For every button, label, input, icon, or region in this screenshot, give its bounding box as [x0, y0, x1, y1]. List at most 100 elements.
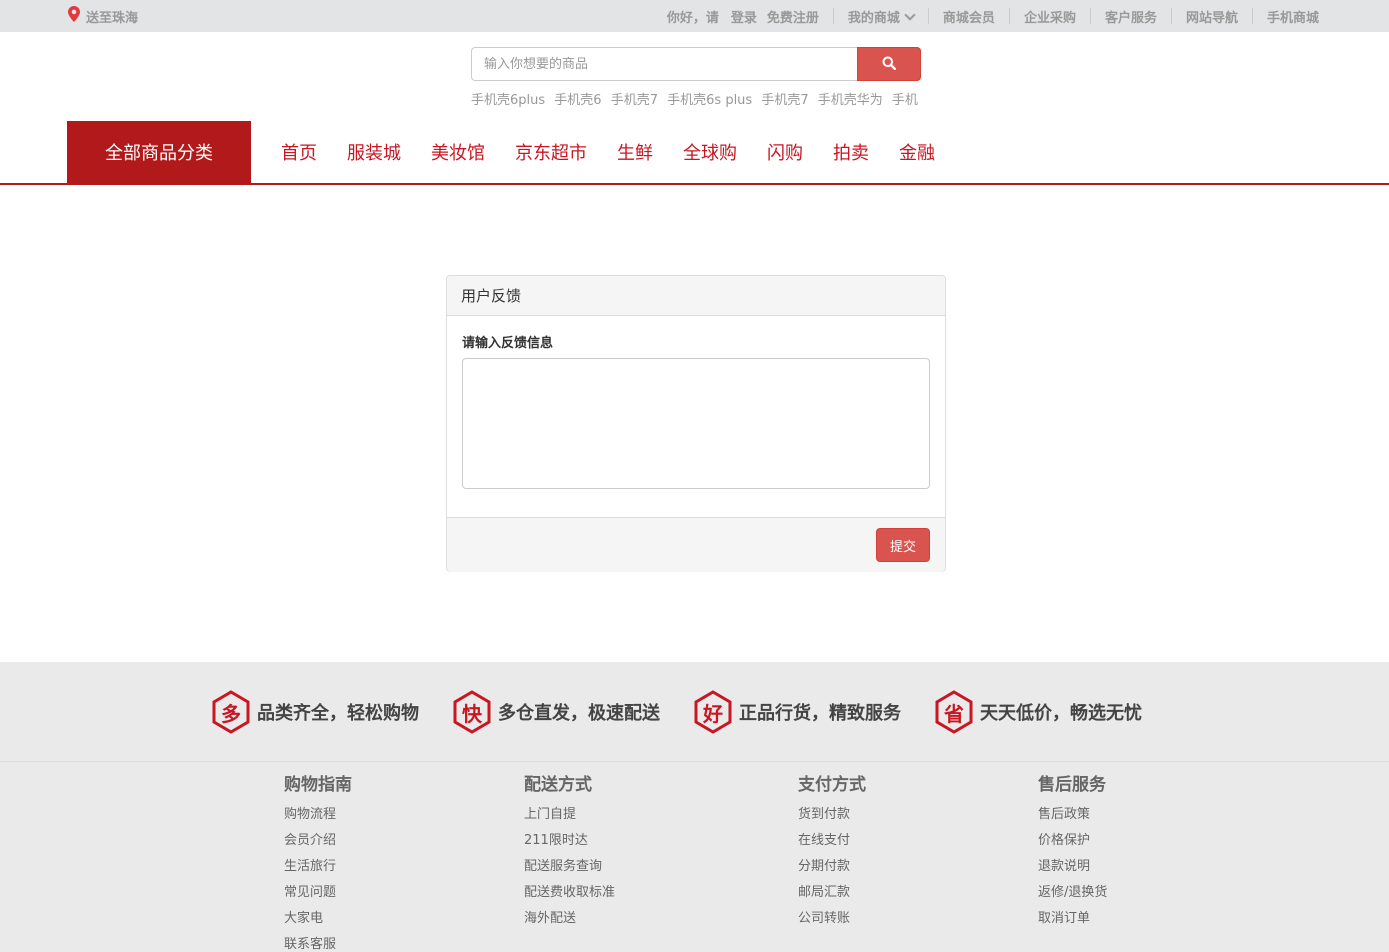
- promise-item: 好 正品行货，精致服务: [693, 690, 901, 734]
- promise-badge-text: 省: [944, 701, 964, 726]
- divider: [1008, 8, 1010, 24]
- greeting-text: 你好，请: [666, 10, 719, 26]
- hexagon-badge-icon: 多: [211, 690, 251, 734]
- promise-item: 多 品类齐全，轻松购物: [211, 690, 419, 734]
- promise-badge-text: 多: [221, 701, 241, 726]
- hotword-link[interactable]: 手机壳6: [554, 93, 601, 108]
- footer-column-guide: 购物指南 购物流程 会员介绍 生活旅行 常见问题 大家电 联系客服: [284, 774, 352, 952]
- footer-column-payment: 支付方式 货到付款 在线支付 分期付款 邮局汇款 公司转账: [798, 774, 866, 932]
- promise-text: 天天低价，畅选无忧: [980, 703, 1142, 724]
- divider: [1089, 8, 1091, 24]
- hotword-link[interactable]: 手机壳7: [611, 93, 658, 108]
- column-title: 配送方式: [524, 775, 592, 795]
- search-icon: [882, 55, 897, 74]
- all-categories-button[interactable]: 全部商品分类: [67, 121, 251, 183]
- nav-item-beauty[interactable]: 美妆馆: [431, 139, 485, 165]
- nav-item-clothing[interactable]: 服装城: [347, 139, 401, 165]
- chevron-down-icon: [904, 8, 916, 21]
- delivery-location[interactable]: 送至珠海: [68, 0, 138, 32]
- nav-item-home[interactable]: 首页: [281, 139, 317, 165]
- top-nav: 你好，请 登录 免费注册 我的商城 商城会员 企业采购 客户服务 网站导航 手机…: [667, 0, 1319, 32]
- hotword-link[interactable]: 手机壳6s plus: [667, 93, 752, 108]
- panel-footer: 提交: [447, 517, 945, 572]
- footer-link[interactable]: 货到付款: [798, 802, 866, 828]
- footer-link[interactable]: 价格保护: [1038, 828, 1107, 854]
- hotword-link[interactable]: 手机壳7: [761, 93, 808, 108]
- hotword-link[interactable]: 手机壳6plus: [471, 93, 545, 108]
- my-mall-dropdown[interactable]: 我的商城: [847, 7, 916, 26]
- nav-item-fresh[interactable]: 生鲜: [617, 139, 653, 165]
- nav-links: 首页 服装城 美妆馆 京东超市 生鲜 全球购 闪购 拍卖 金融: [281, 121, 935, 183]
- service-promises: 多 品类齐全，轻松购物 快 多仓直发，极速配送 好 正品行货，精致服务 省 天天…: [0, 662, 1389, 762]
- search-button[interactable]: [857, 47, 921, 81]
- feedback-textarea[interactable]: [462, 358, 930, 489]
- promise-item: 快 多仓直发，极速配送: [452, 690, 660, 734]
- search-area: 手机壳6plus 手机壳6 手机壳7 手机壳6s plus 手机壳7 手机壳华为…: [471, 47, 921, 108]
- footer-link[interactable]: 会员介绍: [284, 828, 352, 854]
- nav-item-auction[interactable]: 拍卖: [833, 139, 869, 165]
- footer-link[interactable]: 211限时达: [524, 828, 615, 854]
- panel-title: 用户反馈: [447, 276, 945, 316]
- hot-search-words: 手机壳6plus 手机壳6 手机壳7 手机壳6s plus 手机壳7 手机壳华为…: [471, 89, 921, 108]
- register-link[interactable]: 免费注册: [767, 7, 819, 26]
- promise-item: 省 天天低价，畅选无忧: [934, 690, 1142, 734]
- footer-link[interactable]: 常见问题: [284, 880, 352, 906]
- divider: [1170, 8, 1172, 24]
- hexagon-badge-icon: 省: [934, 690, 974, 734]
- column-title: 售后服务: [1038, 775, 1106, 795]
- divider: [1251, 8, 1253, 24]
- footer-column-aftersale: 售后服务 售后政策 价格保护 退款说明 返修/退换货 取消订单: [1038, 774, 1107, 932]
- footer-link[interactable]: 联系客服: [284, 932, 352, 952]
- footer-links: 购物指南 购物流程 会员介绍 生活旅行 常见问题 大家电 联系客服 配送方式 上…: [0, 762, 1389, 952]
- location-label: 送至珠海: [86, 10, 139, 26]
- footer-link[interactable]: 返修/退换货: [1038, 880, 1107, 906]
- footer-link[interactable]: 邮局汇款: [798, 880, 866, 906]
- footer-column-delivery: 配送方式 上门自提 211限时达 配送服务查询 配送费收取标准 海外配送: [524, 774, 615, 932]
- location-pin-icon: [68, 6, 80, 26]
- feedback-label: 请输入反馈信息: [462, 336, 554, 351]
- hotword-link[interactable]: 手机: [892, 93, 918, 108]
- footer-link[interactable]: 购物流程: [284, 802, 352, 828]
- footer-link[interactable]: 上门自提: [524, 802, 615, 828]
- nav-item-supermarket[interactable]: 京东超市: [515, 139, 587, 165]
- footer-link[interactable]: 大家电: [284, 906, 352, 932]
- my-mall-label: 我的商城: [847, 10, 900, 26]
- main-nav: 全部商品分类 首页 服装城 美妆馆 京东超市 生鲜 全球购 闪购 拍卖 金融: [0, 121, 1389, 185]
- footer-link[interactable]: 分期付款: [798, 854, 866, 880]
- promise-text: 正品行货，精致服务: [739, 703, 901, 724]
- search-bar: [471, 47, 921, 81]
- footer: 多 品类齐全，轻松购物 快 多仓直发，极速配送 好 正品行货，精致服务 省 天天…: [0, 662, 1389, 952]
- footer-link[interactable]: 配送费收取标准: [524, 880, 615, 906]
- hotword-link[interactable]: 手机壳华为: [818, 93, 883, 108]
- topnav-link-sitemap[interactable]: 网站导航: [1186, 7, 1238, 26]
- promise-badge-text: 快: [462, 701, 482, 726]
- topnav-link-member[interactable]: 商城会员: [943, 7, 995, 26]
- nav-item-flash[interactable]: 闪购: [767, 139, 803, 165]
- footer-link[interactable]: 售后政策: [1038, 802, 1107, 828]
- panel-body: 请输入反馈信息: [447, 316, 945, 517]
- topnav-link-mobile[interactable]: 手机商城: [1267, 7, 1319, 26]
- nav-item-finance[interactable]: 金融: [899, 139, 935, 165]
- login-link[interactable]: 登录: [731, 7, 757, 26]
- promise-text: 多仓直发，极速配送: [498, 703, 660, 724]
- column-title: 购物指南: [284, 775, 352, 795]
- submit-button[interactable]: 提交: [876, 528, 930, 562]
- feedback-panel: 用户反馈 请输入反馈信息 提交: [446, 275, 946, 572]
- divider: [832, 8, 834, 24]
- search-input[interactable]: [471, 47, 857, 81]
- hexagon-badge-icon: 快: [452, 690, 492, 734]
- footer-link[interactable]: 海外配送: [524, 906, 615, 932]
- footer-link[interactable]: 取消订单: [1038, 906, 1107, 932]
- nav-item-global[interactable]: 全球购: [683, 139, 737, 165]
- footer-link[interactable]: 生活旅行: [284, 854, 352, 880]
- footer-link[interactable]: 配送服务查询: [524, 854, 615, 880]
- footer-link[interactable]: 在线支付: [798, 828, 866, 854]
- topnav-link-enterprise[interactable]: 企业采购: [1024, 7, 1076, 26]
- promise-badge-text: 好: [703, 701, 723, 726]
- topnav-link-service[interactable]: 客户服务: [1105, 7, 1157, 26]
- footer-link[interactable]: 退款说明: [1038, 854, 1107, 880]
- footer-link[interactable]: 公司转账: [798, 906, 866, 932]
- promise-text: 品类齐全，轻松购物: [257, 703, 419, 724]
- divider: [927, 8, 929, 24]
- column-title: 支付方式: [798, 775, 866, 795]
